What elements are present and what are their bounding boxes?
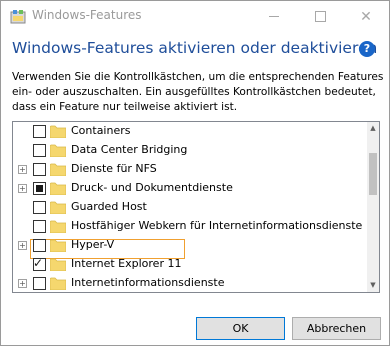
close-icon: ✕ <box>360 8 372 25</box>
features-tree[interactable]: ▲ ▼ Containers Data Center Bridging + Diens… <box>12 121 380 293</box>
minimize-button[interactable] <box>251 1 297 32</box>
folder-icon <box>50 125 66 138</box>
feature-row[interactable]: Containers <box>13 122 366 141</box>
dialog-description: Verwenden Sie die Kontrollkästchen, um d… <box>12 71 384 113</box>
feature-label: Hostfähiger Webkern für Internetinformat… <box>71 219 363 232</box>
feature-label: Data Center Bridging <box>71 143 188 156</box>
vertical-scrollbar[interactable]: ▲ ▼ <box>367 122 379 292</box>
folder-icon <box>50 163 66 176</box>
feature-checkbox[interactable] <box>33 220 46 233</box>
windows-features-icon <box>10 10 26 24</box>
feature-label: Guarded Host <box>71 200 147 213</box>
ok-button[interactable]: OK <box>196 317 285 340</box>
feature-checkbox[interactable] <box>33 182 46 195</box>
feature-checkbox[interactable] <box>33 144 46 157</box>
expand-icon[interactable]: + <box>18 184 27 193</box>
feature-row[interactable]: Guarded Host <box>13 198 366 217</box>
feature-checkbox[interactable]: ✓ <box>33 256 46 271</box>
feature-checkbox[interactable] <box>33 277 46 290</box>
feature-label: Druck- und Dokumentdienste <box>71 181 233 194</box>
maximize-icon <box>314 11 326 22</box>
feature-row[interactable]: Data Center Bridging <box>13 141 366 160</box>
folder-icon <box>50 201 66 214</box>
folder-icon <box>50 182 66 195</box>
dialog-heading: Windows-Features aktivieren oder deaktiv… <box>12 39 378 57</box>
window-title: Windows-Features <box>32 8 142 22</box>
feature-row[interactable]: + Dienste für NFS <box>13 160 366 179</box>
folder-icon <box>50 220 66 233</box>
feature-row[interactable]: ✓ Internet Explorer 11 <box>13 255 366 274</box>
expand-icon[interactable]: + <box>18 165 27 174</box>
help-icon[interactable]: ? <box>359 41 375 57</box>
feature-label: Internetinformationsdienste <box>71 276 225 289</box>
title-bar: Windows-Features ✕ <box>1 1 389 32</box>
cancel-button[interactable]: Abbrechen <box>292 317 381 340</box>
feature-row[interactable]: + Druck- und Dokumentdienste <box>13 179 366 198</box>
scroll-up-arrow-icon[interactable]: ▲ <box>367 122 379 135</box>
feature-checkbox[interactable] <box>33 125 46 138</box>
folder-icon <box>50 258 66 271</box>
feature-label: Internet Explorer 11 <box>71 257 182 270</box>
folder-icon <box>50 277 66 290</box>
folder-icon <box>50 239 66 252</box>
feature-checkbox[interactable] <box>33 239 46 252</box>
feature-row[interactable]: Hostfähiger Webkern für Internetinformat… <box>13 217 366 236</box>
scroll-thumb[interactable] <box>369 153 377 195</box>
expand-icon[interactable]: + <box>18 241 27 250</box>
close-button[interactable]: ✕ <box>343 1 389 32</box>
windows-features-dialog: Windows-Features ✕ Windows-Features akti… <box>0 0 390 346</box>
feature-label: Dienste für NFS <box>71 162 157 175</box>
feature-checkbox[interactable] <box>33 163 46 176</box>
checkmark-icon: ✓ <box>33 256 44 270</box>
folder-icon <box>50 144 66 157</box>
scroll-down-arrow-icon[interactable]: ▼ <box>367 279 379 292</box>
maximize-button[interactable] <box>297 1 343 32</box>
feature-row[interactable]: + Hyper-V <box>13 236 366 255</box>
feature-checkbox[interactable] <box>33 201 46 214</box>
feature-row[interactable]: + Internetinformationsdienste <box>13 274 366 292</box>
feature-label: Hyper-V <box>71 238 115 251</box>
minimize-icon <box>269 16 279 17</box>
expand-icon[interactable]: + <box>18 279 27 288</box>
feature-label: Containers <box>71 124 131 137</box>
